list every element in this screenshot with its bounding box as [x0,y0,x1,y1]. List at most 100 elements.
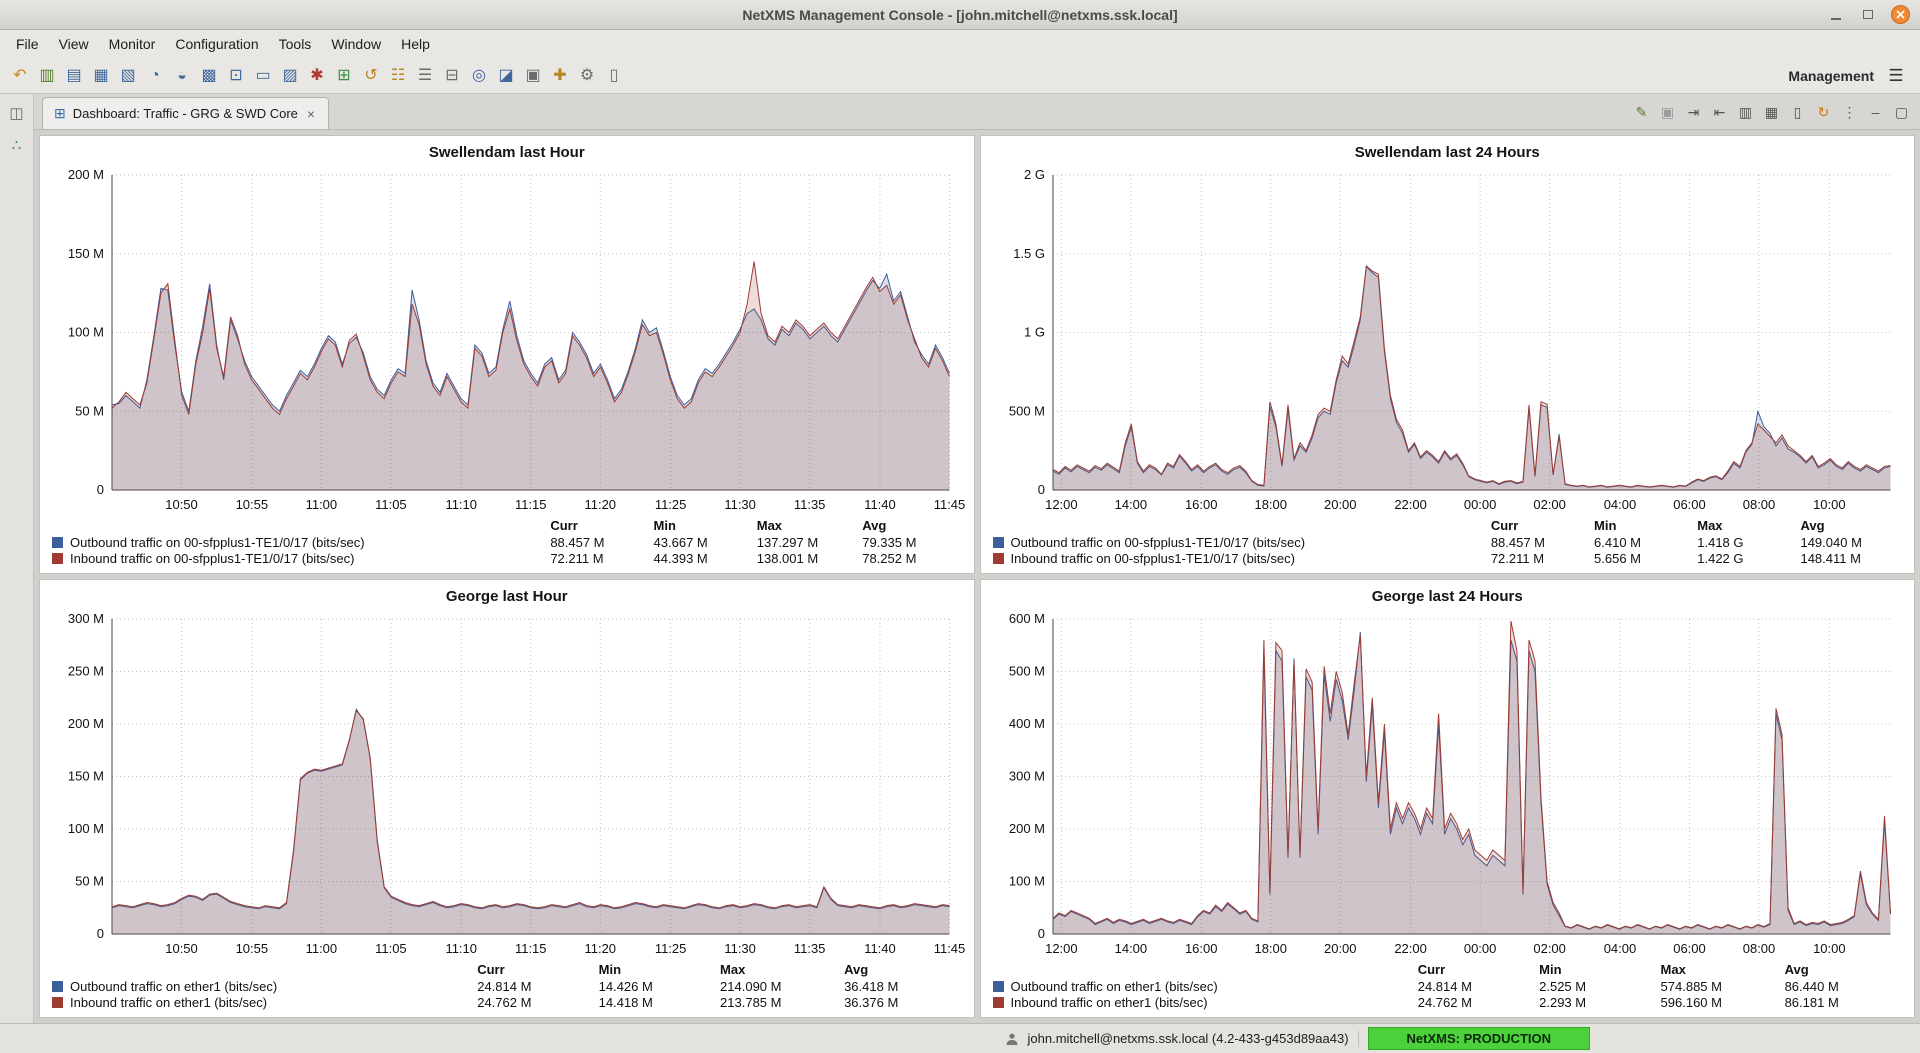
copy-icon[interactable]: ⊟ [440,64,464,88]
script-icon[interactable]: ▯ [602,64,626,88]
x-tick-label: 12:00 [1045,497,1078,512]
object-tree-icon[interactable]: ∴ [6,134,28,156]
plus-icon[interactable]: ✚ [548,64,572,88]
y-tick-label: 600 M [1008,611,1044,626]
menu-configuration[interactable]: Configuration [165,32,268,56]
print-icon[interactable]: ▣ [521,64,545,88]
menu-view[interactable]: View [49,32,99,56]
y-tick-label: 500 M [1008,403,1044,418]
x-tick-label: 10:00 [1813,941,1846,956]
graph-gauge-icon[interactable]: ◒ [170,64,194,88]
settings-icon[interactable]: ⚙ [575,64,599,88]
series-label: Outbound traffic on ether1 (bits/sec) [52,979,477,995]
tab-bar: ⊞ Dashboard: Traffic - GRG & SWD Core × … [34,94,1920,130]
statusbar-separator [1358,1031,1359,1047]
y-tick-label: 500 M [1008,664,1044,679]
menu-file[interactable]: File [6,32,49,56]
menu-monitor[interactable]: Monitor [99,32,166,56]
legend-row: Outbound traffic on ether1 (bits/sec)24.… [993,979,1907,995]
perf-graph-icon[interactable]: ▥ [35,64,59,88]
narrow-view-icon[interactable]: ▯ [1787,101,1808,122]
graph-stacked-icon[interactable]: ▩ [197,64,221,88]
perspective-switcher: Management ☰ [1788,64,1912,88]
minimize-button[interactable] [1827,6,1845,24]
x-tick-label: 11:30 [724,941,756,956]
series-stat: 72.211 M [550,551,653,567]
legend-header-avg: Avg [1785,962,1906,979]
graph-scatter-icon[interactable]: ⊡ [224,64,248,88]
chart-title: George last Hour [48,586,966,609]
series-stat: 149.040 M [1800,535,1906,551]
x-tick-label: 14:00 [1114,941,1147,956]
legend-header-curr: Curr [1418,962,1539,979]
graph-text-icon[interactable]: ▭ [251,64,275,88]
window-title: NetXMS Management Console - [john.mitche… [0,7,1920,23]
series-stat: 86.181 M [1785,995,1906,1011]
series-stat: 88.457 M [550,535,653,551]
x-tick-label: 11:20 [584,497,616,512]
series-stat: 213.785 M [720,995,844,1011]
menu-tools[interactable]: Tools [269,32,322,56]
x-tick-label: 22:00 [1394,941,1427,956]
find-icon[interactable]: ◎ [467,64,491,88]
graph-bar-icon[interactable]: ▧ [116,64,140,88]
y-tick-label: 200 M [68,716,104,731]
series-swatch [52,997,63,1008]
app-window: NetXMS Management Console - [john.mitche… [0,0,1920,1053]
legend-header-max: Max [1697,518,1800,535]
y-tick-label: 0 [97,482,104,497]
edit-mode-icon[interactable]: ✎ [1631,101,1652,122]
legend-header-avg: Avg [862,518,965,535]
series-swatch [52,553,63,564]
x-tick-label: 11:00 [306,941,338,956]
series-stat: 5.656 M [1594,551,1697,567]
history-icon[interactable]: ↺ [359,64,383,88]
hamburger-menu-icon[interactable]: ☰ [1884,64,1908,88]
series-stat: 44.393 M [654,551,757,567]
series-stat: 79.335 M [862,535,965,551]
pin-right-icon[interactable]: ⇥ [1683,101,1704,122]
x-tick-label: 11:45 [934,497,966,512]
pin-left-icon[interactable]: ⇤ [1709,101,1730,122]
restore-view-icon[interactable]: ▢ [1891,101,1912,122]
y-tick-label: 400 M [1008,716,1044,731]
legend-header-row: CurrMinMaxAvg [993,962,1907,979]
save-icon[interactable]: ▣ [1657,101,1678,122]
layout-columns-icon[interactable]: ▥ [1735,101,1756,122]
series-label: Outbound traffic on ether1 (bits/sec) [993,979,1418,995]
y-tick-label: 1.5 G [1013,246,1045,261]
data-table-icon[interactable]: ☷ [386,64,410,88]
series-stat: 596.160 M [1661,995,1785,1011]
legend-header-curr: Curr [550,518,653,535]
legend-header-row: CurrMinMaxAvg [993,518,1907,535]
close-button[interactable] [1891,5,1910,24]
series-label: Inbound traffic on 00-sfpplus1-TE1/0/17 … [52,551,550,567]
add-view-icon[interactable]: ⊞ [332,64,356,88]
y-tick-label: 250 M [68,664,104,679]
minimize-view-icon[interactable]: – [1865,101,1886,122]
menu-window[interactable]: Window [321,32,391,56]
series-stat: 36.376 M [844,995,965,1011]
graph-area-icon[interactable]: ▦ [89,64,113,88]
list-view-icon[interactable]: ☰ [413,64,437,88]
restore-editor-icon[interactable]: ◫ [6,102,28,124]
series-stat: 1.418 G [1697,535,1800,551]
tab-dashboard-traffic[interactable]: ⊞ Dashboard: Traffic - GRG & SWD Core × [42,97,329,129]
network-map-icon[interactable]: ✱ [305,64,329,88]
graph-pie-icon[interactable]: ◔ [143,64,167,88]
layout-grid-icon[interactable]: ▦ [1761,101,1782,122]
chart-panel-george-24h: George last 24 Hours 600 M500 M400 M300 … [980,579,1916,1018]
menu-help[interactable]: Help [391,32,440,56]
graph-line-icon[interactable]: ▤ [62,64,86,88]
chart-panel-swellendam-24h: Swellendam last 24 Hours 2 G1.5 G1 G500 … [980,135,1916,574]
export-icon[interactable]: ◪ [494,64,518,88]
tab-close-icon[interactable]: × [305,106,317,122]
more-options-icon[interactable]: ⋮ [1839,101,1860,122]
x-tick-label: 20:00 [1323,941,1356,956]
undo-icon[interactable]: ↶ [8,64,32,88]
refresh-icon[interactable]: ↻ [1813,101,1834,122]
toolbar-icons: ↶▥▤▦▧◔◒▩⊡▭▨✱⊞↺☷☰⊟◎◪▣✚⚙▯ [8,64,626,88]
maximize-button[interactable] [1859,6,1877,24]
x-tick-label: 14:00 [1114,497,1147,512]
bar-chart-icon[interactable]: ▨ [278,64,302,88]
